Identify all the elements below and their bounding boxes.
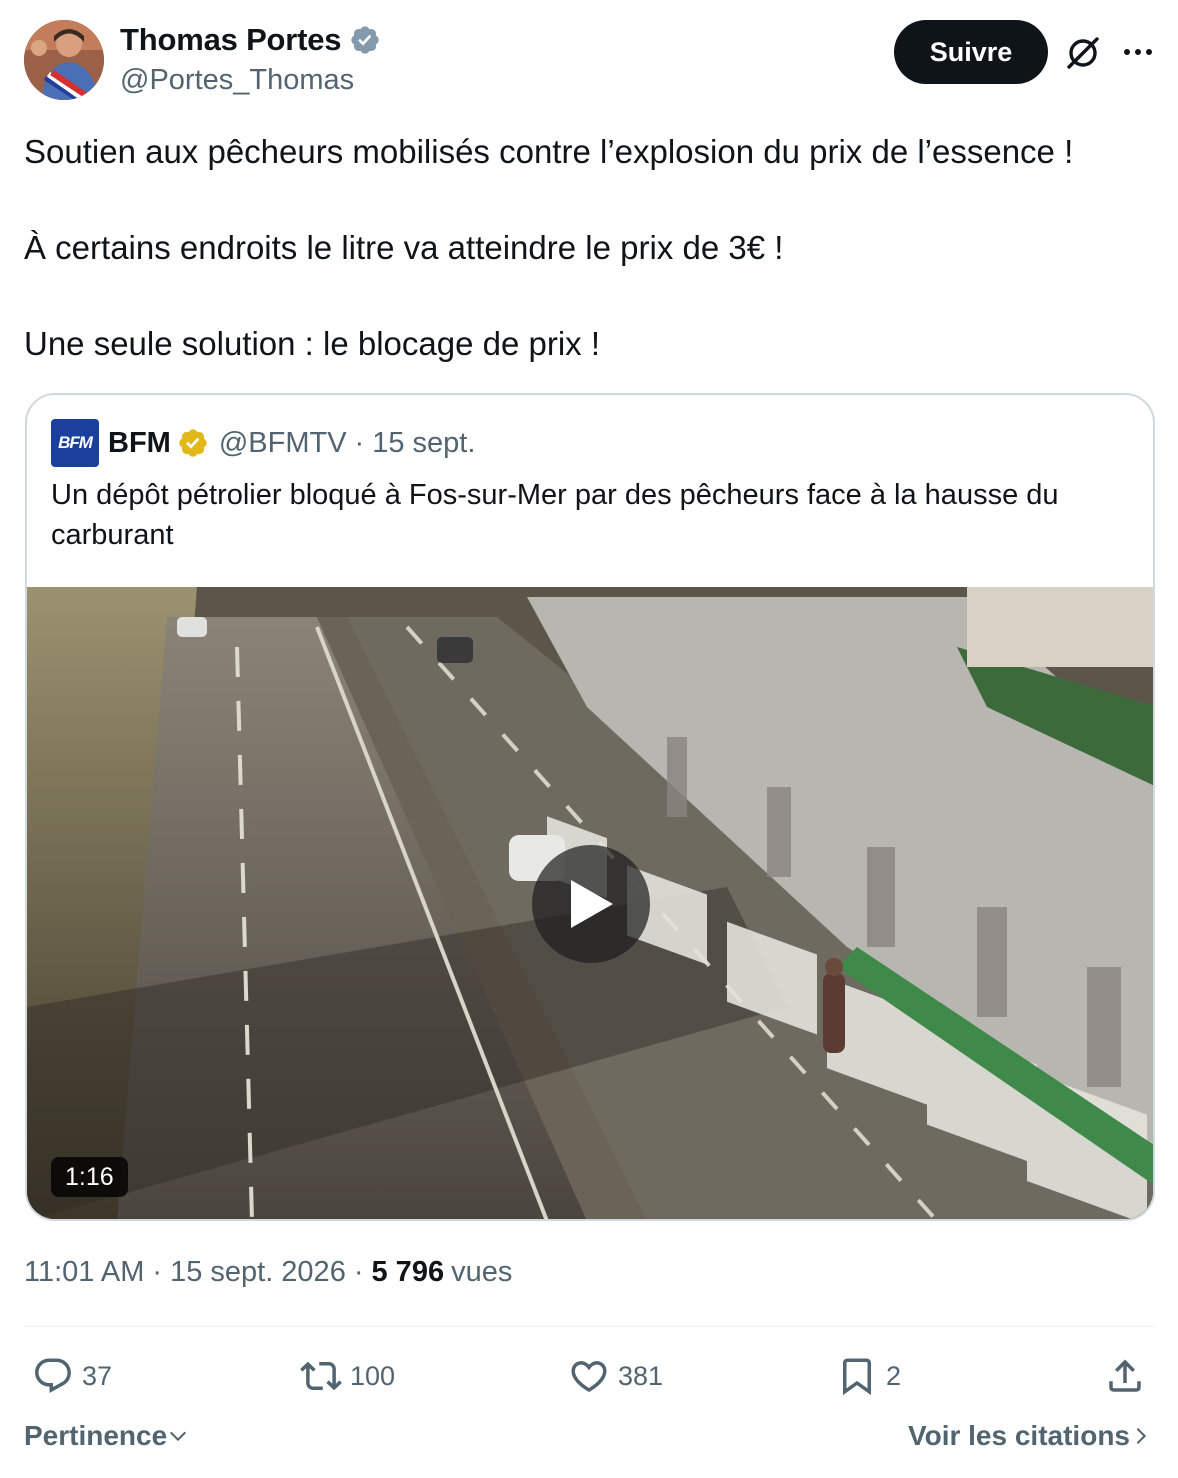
gold-verified-badge-icon[interactable]: [177, 427, 209, 459]
play-button[interactable]: [532, 845, 650, 963]
reply-icon: [35, 1358, 71, 1393]
tweet-date[interactable]: 15 sept. 2026: [170, 1256, 346, 1289]
video-duration-badge: 1:16: [51, 1157, 128, 1197]
separator-dot: ·: [354, 426, 365, 459]
tweet-paragraph: À certains endroits le litre va atteindr…: [24, 229, 784, 266]
separator-dot: ·: [152, 1256, 163, 1288]
play-icon: [571, 880, 613, 928]
view-quotes-link[interactable]: Voir les citations: [908, 1420, 1152, 1452]
like-button[interactable]: 381: [568, 1352, 663, 1400]
bfm-avatar[interactable]: BFM: [51, 419, 99, 467]
bookmark-count: 2: [886, 1360, 902, 1391]
author-avatar[interactable]: [24, 20, 104, 100]
chevron-right-icon: [1136, 1427, 1147, 1445]
tweet-meta: 11:01 AM · 15 sept. 2026 · 5 796 vues: [24, 1256, 512, 1289]
view-quotes-label: Voir les citations: [908, 1420, 1130, 1451]
bookmark-icon: [843, 1358, 871, 1396]
heart-icon: [571, 1361, 607, 1393]
share-icon: [1109, 1359, 1141, 1392]
quoted-date[interactable]: 15 sept.: [372, 427, 475, 460]
video-player[interactable]: 1:16: [27, 587, 1153, 1219]
reply-button[interactable]: 37: [32, 1352, 112, 1400]
more-icon[interactable]: [1118, 34, 1158, 70]
views-label: vues: [451, 1256, 513, 1288]
repost-icon: [300, 1361, 342, 1391]
sort-dropdown[interactable]: Pertinence: [24, 1420, 189, 1452]
tweet-text: Soutien aux pêcheurs mobilisés contre l’…: [24, 128, 1154, 368]
repost-button[interactable]: 100: [300, 1352, 395, 1400]
like-count: 381: [618, 1360, 664, 1391]
verified-badge-icon[interactable]: [349, 24, 381, 56]
grok-icon[interactable]: [1064, 34, 1102, 72]
tweet-paragraph: Une seule solution : le blocage de prix …: [24, 325, 601, 362]
tweet-time[interactable]: 11:01 AM: [24, 1256, 144, 1289]
divider: [24, 1326, 1155, 1327]
share-button[interactable]: [1104, 1352, 1146, 1400]
quoted-text: Un dépôt pétrolier bloqué à Fos-sur-Mer …: [51, 479, 1059, 551]
repost-count: 100: [350, 1360, 396, 1391]
bookmark-button[interactable]: 2: [836, 1352, 901, 1400]
author-name[interactable]: Thomas Portes: [120, 22, 342, 58]
reply-count: 37: [82, 1360, 113, 1391]
views-count: 5 796: [371, 1256, 445, 1288]
quoted-author-name[interactable]: BFM: [108, 427, 171, 460]
separator-dot: ·: [353, 1256, 364, 1288]
quoted-author-handle[interactable]: @BFMTV: [219, 427, 347, 460]
author-handle[interactable]: @Portes_Thomas: [120, 64, 354, 97]
follow-button[interactable]: Suivre: [894, 20, 1048, 84]
chevron-down-icon: [170, 1431, 187, 1442]
quoted-tweet-card[interactable]: BFM BFM @BFMTV · 15 sept. Un dépôt pétro…: [25, 393, 1155, 1221]
tweet-paragraph: Soutien aux pêcheurs mobilisés contre l’…: [24, 133, 1074, 170]
sort-label: Pertinence: [24, 1420, 168, 1451]
